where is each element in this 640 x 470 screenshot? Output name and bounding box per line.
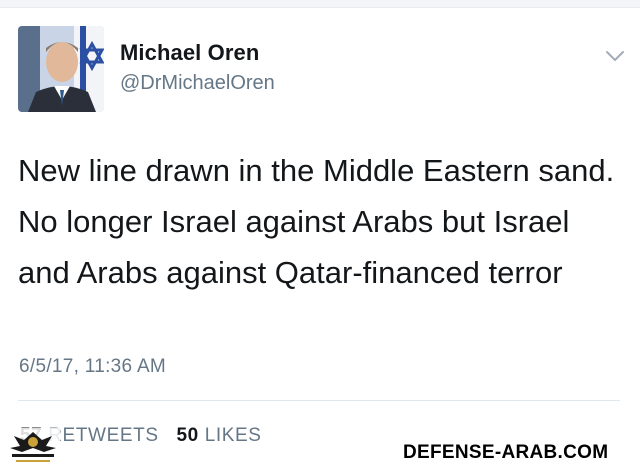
likes-label[interactable]: LIKES (205, 425, 262, 446)
retweets-label[interactable]: RETWEETS (48, 425, 158, 446)
avatar-image (18, 26, 104, 112)
tweet-timestamp[interactable]: 6/5/17, 11:36 AM (19, 356, 166, 378)
tweet-text: New line drawn in the Middle Eastern san… (18, 153, 615, 290)
chevron-down-icon[interactable] (603, 47, 627, 65)
display-name[interactable]: Michael Oren (120, 40, 259, 66)
watermark-text: DEFENSE-ARAB.COM (403, 442, 609, 463)
top-border (0, 0, 640, 8)
divider (18, 400, 620, 401)
arab-defense-logo (2, 424, 64, 470)
avatar[interactable] (18, 26, 104, 112)
likes-count[interactable]: 50 (176, 425, 198, 446)
user-handle[interactable]: @DrMichaelOren (120, 72, 275, 95)
